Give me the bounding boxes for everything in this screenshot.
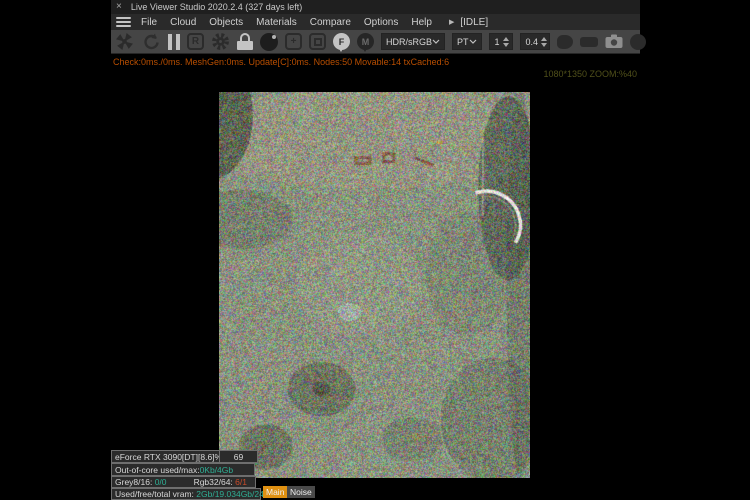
toolbar: R + F M HDR/sRGB PT 1 [111, 30, 640, 54]
scene-stats-text: Check:0ms./0ms. MeshGen:0ms. Update[C]:0… [113, 57, 449, 67]
restart-render-button[interactable]: R [187, 33, 204, 50]
out-of-core-row: Out-of-core used/max:0Kb/4Gb [111, 463, 255, 476]
clay-mode-icon[interactable] [557, 35, 573, 49]
window-title: Live Viewer Studio 2020.2.4 (327 days le… [131, 2, 302, 12]
render-state-label: [IDLE] [460, 17, 488, 28]
menu-compare[interactable]: Compare [310, 17, 351, 28]
kernel-dropdown[interactable]: PT [452, 33, 482, 50]
display-mode-dropdown[interactable]: HDR/sRGB [381, 33, 445, 50]
app-window: × Live Viewer Studio 2020.2.4 (327 days … [111, 0, 640, 500]
grey-value: 0/0 [155, 477, 167, 487]
main-pass-badge[interactable]: Main [263, 486, 287, 498]
add-box-icon[interactable]: + [285, 33, 302, 50]
spin-down-icon[interactable] [503, 43, 509, 47]
spin-up-icon[interactable] [541, 37, 547, 41]
material-sphere-icon[interactable] [260, 33, 278, 51]
menu-objects[interactable]: Objects [209, 17, 243, 28]
out-of-core-value: 0Kb/4Gb [200, 465, 234, 475]
menu-file[interactable]: File [141, 17, 157, 28]
lock-resolution-icon[interactable] [237, 33, 253, 50]
spinner-1[interactable]: 1 [489, 33, 513, 50]
pause-button[interactable] [168, 34, 180, 50]
film-region-icon[interactable] [580, 37, 598, 47]
title-bar: × Live Viewer Studio 2020.2.4 (327 days … [111, 0, 640, 14]
chevron-down-icon [432, 39, 440, 44]
chevron-down-icon [469, 39, 477, 44]
focus-picker-pin-icon[interactable]: F [333, 31, 350, 52]
spin-down-icon[interactable] [541, 43, 547, 47]
resolution-zoom-text: 1080*1350 ZOOM:%40 [543, 69, 637, 79]
close-icon[interactable]: × [116, 2, 122, 12]
aperture-icon[interactable] [115, 32, 134, 51]
texture-count-row: Grey8/16: 0/0 Rgb32/64: 6/1 [111, 476, 256, 488]
menu-options[interactable]: Options [364, 17, 398, 28]
render-passes-icon[interactable] [630, 34, 646, 50]
menu-help[interactable]: Help [411, 17, 432, 28]
menu-cloud[interactable]: Cloud [170, 17, 196, 28]
refresh-icon[interactable] [141, 32, 161, 52]
settings-gear-icon[interactable] [211, 32, 230, 51]
camera-icon[interactable] [605, 34, 623, 49]
region-box-icon[interactable] [309, 33, 326, 50]
menu-bar: File Cloud Objects Materials Compare Opt… [111, 14, 640, 30]
spinner-2[interactable]: 0.4 [520, 33, 550, 50]
vram-row: Used/free/total vram: 2Gb/19.034Gb/24Gb [111, 488, 261, 500]
render-viewport[interactable] [219, 92, 530, 478]
gpu-temp-cell: 69 [219, 450, 258, 463]
spin-up-icon[interactable] [503, 37, 509, 41]
play-icon[interactable]: ▶ [449, 18, 454, 26]
hamburger-menu-icon[interactable] [116, 17, 131, 27]
noise-pass-badge[interactable]: Noise [287, 486, 315, 498]
rgb-value: 6/1 [235, 477, 247, 487]
gpu-name-row: eForce RTX 3090[DT][8.6]%97 [111, 450, 220, 463]
material-picker-pin-icon[interactable]: M [357, 31, 374, 52]
menu-materials[interactable]: Materials [256, 17, 297, 28]
